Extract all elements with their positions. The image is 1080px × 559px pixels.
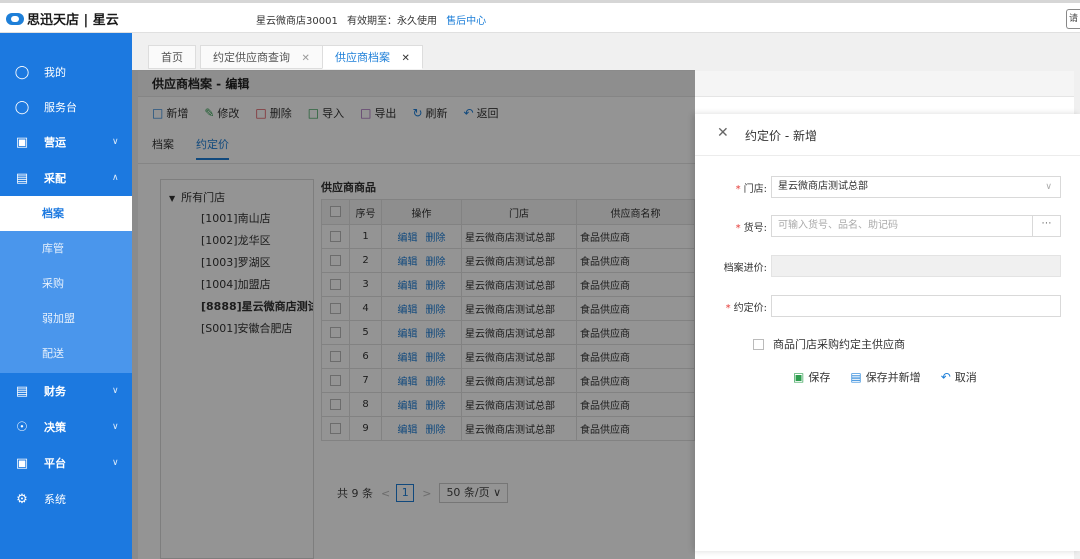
- submenu-item-inventory[interactable]: 库管: [0, 231, 132, 266]
- chevron-up-icon: ∧: [112, 173, 119, 183]
- bulb-icon: ☉: [16, 419, 28, 435]
- sku-input[interactable]: 可输入货号、品名、助记码 ⋯: [771, 215, 1061, 237]
- top-bar: 思迅天店 | 星云 星云微商店30001 有效期至：永久使用 售后中心 请: [0, 0, 1080, 33]
- more-icon[interactable]: ⋯: [1032, 215, 1060, 237]
- top-right-button[interactable]: 请: [1066, 9, 1080, 29]
- label-text: 约定价:: [733, 303, 767, 314]
- sidebar-item-operations[interactable]: ▣ 营运 ∨: [0, 124, 132, 160]
- sidebar-item-finance[interactable]: ▤ 财务 ∨: [0, 373, 132, 409]
- user-icon: ◯: [14, 99, 30, 115]
- store-name: 星云微商店30001: [256, 16, 338, 27]
- submenu-item-weak-franchise[interactable]: 弱加盟: [0, 301, 132, 336]
- drawer-title: 约定价 - 新增: [745, 129, 817, 143]
- chart-icon: ▣: [15, 134, 29, 150]
- field-label: 档案进价:: [723, 263, 767, 274]
- sidebar-item-label: 服务台: [44, 101, 77, 114]
- tab-label: 供应商档案: [335, 51, 390, 64]
- contract-price-drawer: ✕ 约定价 - 新增 * 门店: 星云微商店测试总部 ∨ * 货号: 可输入货号、品名…: [695, 114, 1080, 551]
- validity-text: 有效期至：永久使用: [347, 16, 437, 27]
- checkbox-label: 商品门店采购约定主供应商: [773, 338, 905, 351]
- field-label: * 货号:: [695, 219, 767, 234]
- sidebar-item-label: 财务: [44, 385, 66, 398]
- tab-home[interactable]: 首页: [148, 45, 196, 69]
- print-save-icon: ▤: [850, 370, 862, 384]
- button-label: 取消: [954, 371, 977, 384]
- chevron-down-icon: ∨: [112, 386, 119, 396]
- account-info: 星云微商店30001 有效期至：永久使用 售后中心: [256, 12, 486, 27]
- chevron-down-icon: ∨: [112, 422, 119, 432]
- cost-field-row: 档案进价:: [695, 255, 1080, 277]
- sku-placeholder: 可输入货号、品名、助记码: [778, 220, 898, 231]
- sidebar-item-label: 营运: [44, 136, 66, 149]
- submenu-item-procurement[interactable]: 采购: [0, 266, 132, 301]
- close-icon[interactable]: ✕: [302, 53, 310, 64]
- required-mark: *: [735, 184, 741, 195]
- close-icon[interactable]: ✕: [717, 125, 729, 141]
- user-icon: ◯: [14, 64, 30, 80]
- gear-icon: ⚙: [16, 491, 28, 507]
- sidebar-item-purchasing[interactable]: ▤ 采配 ∧: [0, 160, 132, 196]
- purchasing-submenu: 档案 库管 采购 弱加盟 配送: [0, 196, 132, 373]
- main-supplier-checkbox[interactable]: [753, 338, 764, 350]
- store-select[interactable]: 星云微商店测试总部 ∨: [771, 176, 1061, 198]
- sidebar-item-label: 采配: [44, 172, 66, 185]
- drawer-actions: ▣ 保存 ▤ 保存并新增 ↶ 取消: [793, 369, 997, 385]
- sidebar-item-label: 系统: [44, 493, 66, 506]
- sidebar-item-system[interactable]: ⚙ 系统: [0, 481, 132, 517]
- button-label: 保存并新增: [865, 371, 921, 384]
- store-select-value: 星云微商店测试总部: [778, 181, 868, 192]
- cancel-button[interactable]: ↶ 取消: [941, 369, 977, 385]
- ledger-icon: ▤: [15, 383, 29, 399]
- return-icon: ↶: [940, 370, 951, 384]
- field-label: * 约定价:: [695, 299, 767, 314]
- brand-logo: 思迅天店 | 星云: [6, 9, 119, 28]
- close-icon[interactable]: ✕: [402, 53, 410, 64]
- support-center-link[interactable]: 售后中心: [446, 16, 486, 27]
- sidebar-item-platform[interactable]: ▣ 平台 ∨: [0, 445, 132, 481]
- sidebar-item-label: 我的: [44, 66, 66, 79]
- tab-label: 约定供应商查询: [213, 51, 290, 64]
- price-field-row: * 约定价:: [695, 295, 1080, 317]
- drawer-header: ✕ 约定价 - 新增: [695, 114, 1080, 156]
- tab-bar: 首页 约定供应商查询 ✕ 供应商档案 ✕: [132, 33, 1080, 71]
- save-button[interactable]: ▣ 保存: [793, 369, 830, 385]
- required-mark: *: [725, 303, 731, 314]
- label-text: 货号:: [743, 223, 767, 234]
- chevron-down-icon: ∨: [1045, 182, 1052, 192]
- cloud-logo-icon: [6, 12, 24, 25]
- sku-field-row: * 货号: 可输入货号、品名、助记码 ⋯: [695, 215, 1080, 237]
- sidebar-item-mine[interactable]: ◯ 我的: [0, 54, 132, 90]
- chevron-down-icon: ∨: [112, 137, 119, 147]
- tab-label: 首页: [161, 51, 183, 64]
- platform-icon: ▣: [15, 455, 29, 471]
- sidebar: ◯ 我的 ◯ 服务台 ▣ 营运 ∨ ▤ 采配 ∧ 档案 库管 采购 弱加盟 配送…: [0, 33, 132, 559]
- required-mark: *: [735, 223, 741, 234]
- sidebar-item-service-desk[interactable]: ◯ 服务台: [0, 89, 132, 125]
- sidebar-item-label: 决策: [44, 421, 66, 434]
- sidebar-item-decision[interactable]: ☉ 决策 ∨: [0, 409, 132, 445]
- cart-icon: ▤: [15, 170, 29, 186]
- save-and-new-button[interactable]: ▤ 保存并新增: [850, 369, 920, 385]
- field-label: * 门店:: [695, 180, 767, 195]
- button-label: 保存: [808, 371, 831, 384]
- submenu-item-distribution[interactable]: 配送: [0, 336, 132, 371]
- archive-cost-input: [771, 255, 1061, 277]
- store-field-row: * 门店: 星云微商店测试总部 ∨: [695, 176, 1080, 198]
- brand-name: 思迅天店 | 星云: [27, 13, 119, 28]
- contract-price-input[interactable]: [771, 295, 1061, 317]
- save-icon: ▣: [793, 370, 805, 384]
- sidebar-item-label: 平台: [44, 457, 66, 470]
- submenu-item-archive[interactable]: 档案: [0, 196, 132, 231]
- chevron-down-icon: ∨: [112, 458, 119, 468]
- tab-supplier-archive[interactable]: 供应商档案 ✕: [322, 45, 423, 69]
- modal-overlay[interactable]: [132, 70, 695, 559]
- tab-contract-supplier-query[interactable]: 约定供应商查询 ✕: [200, 45, 323, 69]
- label-text: 门店:: [743, 184, 767, 195]
- main-supplier-checkbox-row[interactable]: 商品门店采购约定主供应商: [753, 336, 905, 352]
